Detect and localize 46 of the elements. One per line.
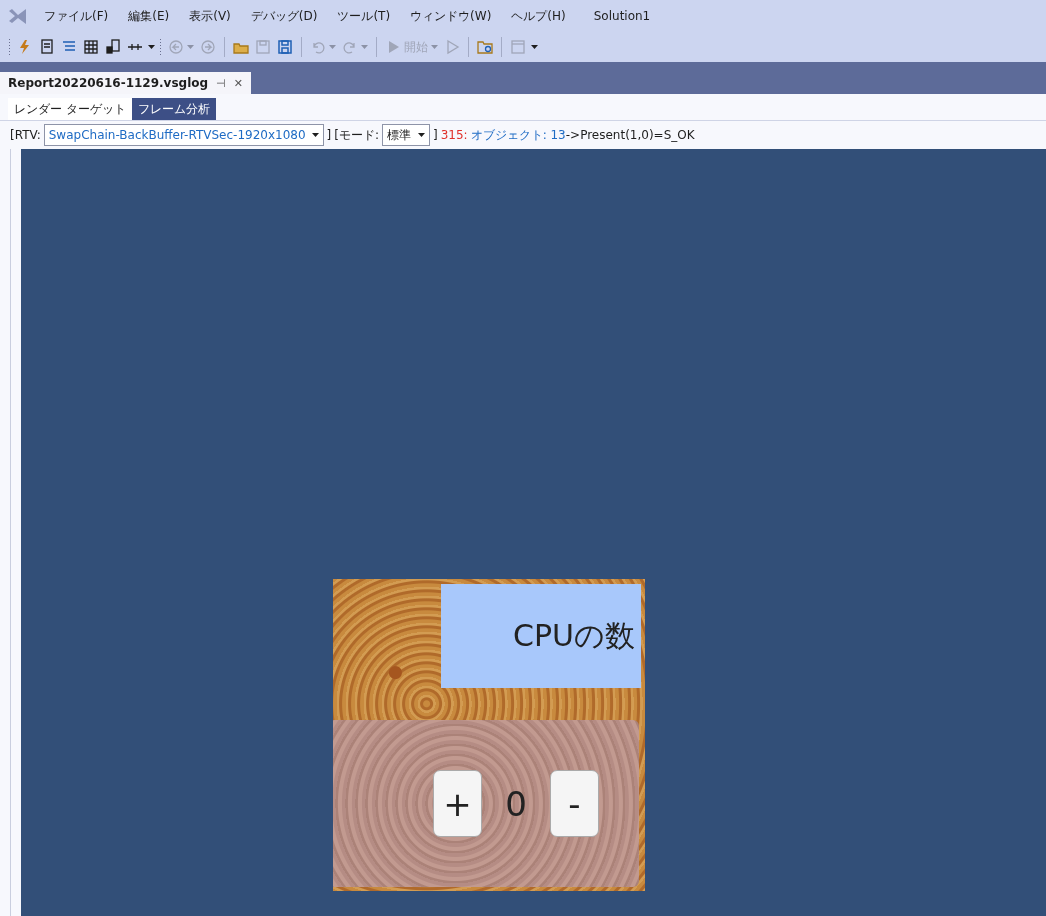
caret-icon bbox=[187, 45, 194, 49]
menu-item[interactable]: ファイル(F) bbox=[34, 7, 119, 25]
label-text: CPUの数 bbox=[513, 616, 635, 655]
redo-icon bbox=[342, 39, 358, 55]
caret-icon bbox=[311, 133, 319, 137]
document-tab[interactable]: Report20220616-1129.vsglog ⊣ ✕ bbox=[0, 72, 251, 94]
close-button[interactable]: ✕ bbox=[233, 76, 243, 90]
rtv-dropdown[interactable]: SwapChain-BackBuffer-RTVSec-1920x1080 bbox=[43, 124, 324, 146]
pin-button[interactable]: ⊣ bbox=[216, 76, 226, 90]
table-icon bbox=[83, 39, 99, 55]
caret-icon bbox=[431, 45, 438, 49]
back-icon bbox=[168, 39, 184, 55]
bracket-text: ] bbox=[326, 128, 332, 142]
minus-button[interactable]: - bbox=[550, 770, 599, 837]
app-logo-icon bbox=[8, 7, 28, 25]
save-icon bbox=[255, 39, 271, 55]
object-link[interactable]: オブジェクト: 13 bbox=[470, 126, 566, 144]
menu-item[interactable]: ウィンドウ(W) bbox=[400, 7, 502, 25]
document-icon bbox=[105, 39, 121, 55]
solution-name: Solution1 bbox=[593, 9, 651, 23]
counter-value: 0 bbox=[504, 783, 528, 824]
undo-icon bbox=[310, 39, 326, 55]
caret-icon bbox=[361, 45, 368, 49]
event-number: 315: bbox=[440, 128, 468, 142]
menu-item[interactable]: ヘルプ(H) bbox=[501, 7, 576, 25]
window-icon bbox=[510, 39, 526, 55]
forward-icon bbox=[200, 39, 216, 55]
mode-label: [モード: bbox=[334, 126, 379, 144]
save-icon bbox=[277, 39, 293, 55]
caret-icon bbox=[418, 133, 425, 137]
bracket-text: ] bbox=[433, 128, 438, 142]
view-tab[interactable]: レンダー ターゲット bbox=[8, 98, 132, 120]
menu-item[interactable]: 編集(E) bbox=[118, 7, 180, 25]
rtv-label: [RTV: bbox=[10, 128, 41, 142]
caret-icon bbox=[329, 45, 336, 49]
menu-item[interactable]: デバッグ(D) bbox=[240, 7, 328, 25]
caret-icon bbox=[148, 45, 155, 49]
caret-icon bbox=[531, 45, 538, 49]
call-text: ->Present(1,0)=S_OK bbox=[565, 128, 695, 142]
menu-item[interactable]: ツール(T) bbox=[327, 7, 401, 25]
plus-button[interactable]: + bbox=[433, 770, 482, 837]
folder-search-icon bbox=[477, 39, 493, 55]
view-tab[interactable]: フレーム分析 bbox=[131, 98, 216, 120]
menu-item[interactable]: 表示(V) bbox=[179, 7, 241, 25]
play-icon bbox=[444, 39, 460, 55]
mode-dropdown[interactable]: 標準 bbox=[382, 124, 430, 146]
